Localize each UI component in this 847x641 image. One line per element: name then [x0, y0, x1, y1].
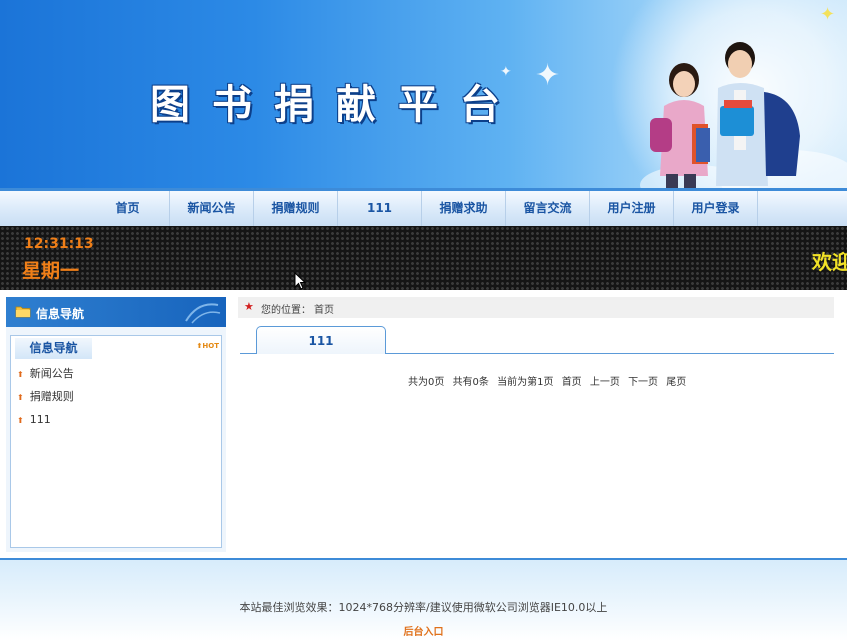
sparkle-icon: ✦ [535, 58, 561, 93]
breadcrumb-current[interactable]: 首页 [314, 301, 334, 316]
nav-item-help[interactable]: 捐赠求助 [422, 191, 506, 226]
sidebar-header: 信息导航 [6, 297, 226, 327]
breadcrumb: ★ 您的位置： 首页 [238, 297, 834, 318]
sidebar: 信息导航 信息导航 ⬆HOT ⬆ 新闻公告 ⬆ 捐赠规则 ⬆ 111 [6, 297, 226, 552]
sidebar-header-label: 信息导航 [36, 307, 85, 321]
folder-icon [15, 306, 31, 318]
sidebar-item-111[interactable]: ⬆ 111 [17, 408, 74, 431]
footer: 本站最佳浏览效果：1024*768分辨率/建议使用微软公司浏览器IE10.0以上… [0, 558, 847, 641]
pagination: 共为0页 共有0条 当前为第1页 首页 上一页 下一页 尾页 [408, 373, 691, 388]
nav-list: 首页 新闻公告 捐赠规则 111 捐赠求助 留言交流 用户注册 用户登录 [86, 191, 758, 226]
footer-note: 本站最佳浏览效果：1024*768分辨率/建议使用微软公司浏览器IE10.0以上 [239, 601, 608, 614]
clock-time: 12:31:13 [24, 236, 94, 252]
clock-weekday: 星期一 [22, 260, 80, 282]
header-banner: ✦ ✦ ✦ ✦ 图书捐献平台 [0, 0, 847, 188]
nav-item-news[interactable]: 新闻公告 [170, 191, 254, 226]
site-title: 图书捐献平台 [150, 81, 522, 128]
sidebar-item-news[interactable]: ⬆ 新闻公告 [17, 362, 74, 385]
main-nav: 首页 新闻公告 捐赠规则 111 捐赠求助 留言交流 用户注册 用户登录 [0, 188, 847, 226]
sidebar-box-title: 信息导航 [15, 338, 92, 359]
nav-item-home[interactable]: 首页 [86, 191, 170, 226]
sparkle-icon: ✦ [820, 4, 836, 25]
nav-item-messages[interactable]: 留言交流 [506, 191, 590, 226]
sidebar-item-rules[interactable]: ⬆ 捐赠规则 [17, 385, 74, 408]
pager-current: 当前为第1页 [497, 377, 554, 388]
nav-item-register[interactable]: 用户注册 [590, 191, 674, 226]
bullet-arrow-icon: ⬆ [17, 370, 24, 379]
pager-next-link[interactable]: 下一页 [628, 377, 658, 388]
sidebar-item-label: 捐赠规则 [29, 390, 74, 403]
pager-total-items: 共有0条 [452, 377, 489, 388]
swirl-decoration-icon [185, 303, 221, 324]
sidebar-item-label: 111 [29, 413, 51, 426]
sidebar-list: ⬆ 新闻公告 ⬆ 捐赠规则 ⬆ 111 [17, 362, 74, 431]
pager-last-link[interactable]: 尾页 [666, 377, 686, 388]
pager-first-link[interactable]: 首页 [562, 377, 582, 388]
nav-item-111[interactable]: 111 [338, 191, 422, 226]
sidebar-item-label: 新闻公告 [29, 367, 74, 380]
hot-badge: ⬆HOT [197, 342, 219, 350]
bullet-arrow-icon: ⬆ [17, 393, 24, 402]
breadcrumb-label: 您的位置： [261, 305, 311, 316]
pager-prev-link[interactable]: 上一页 [590, 377, 620, 388]
admin-entry-link[interactable]: 后台入口 [0, 623, 847, 638]
marquee-text: 欢迎 [812, 250, 847, 274]
hot-badge-label: HOT [202, 342, 219, 350]
nav-item-login[interactable]: 用户登录 [674, 191, 758, 226]
tab-111[interactable]: 111 [256, 326, 386, 354]
star-icon: ★ [244, 300, 254, 313]
led-ticker: 12:31:13 星期一 欢迎 [0, 226, 847, 290]
mouse-cursor-icon [294, 272, 306, 290]
bullet-arrow-icon: ⬆ [17, 416, 24, 425]
students-illustration [650, 42, 800, 188]
sidebar-nav-box: 信息导航 ⬆HOT ⬆ 新闻公告 ⬆ 捐赠规则 ⬆ 111 [10, 335, 222, 548]
nav-item-rules[interactable]: 捐赠规则 [254, 191, 338, 226]
pager-total-pages: 共为0页 [408, 377, 445, 388]
